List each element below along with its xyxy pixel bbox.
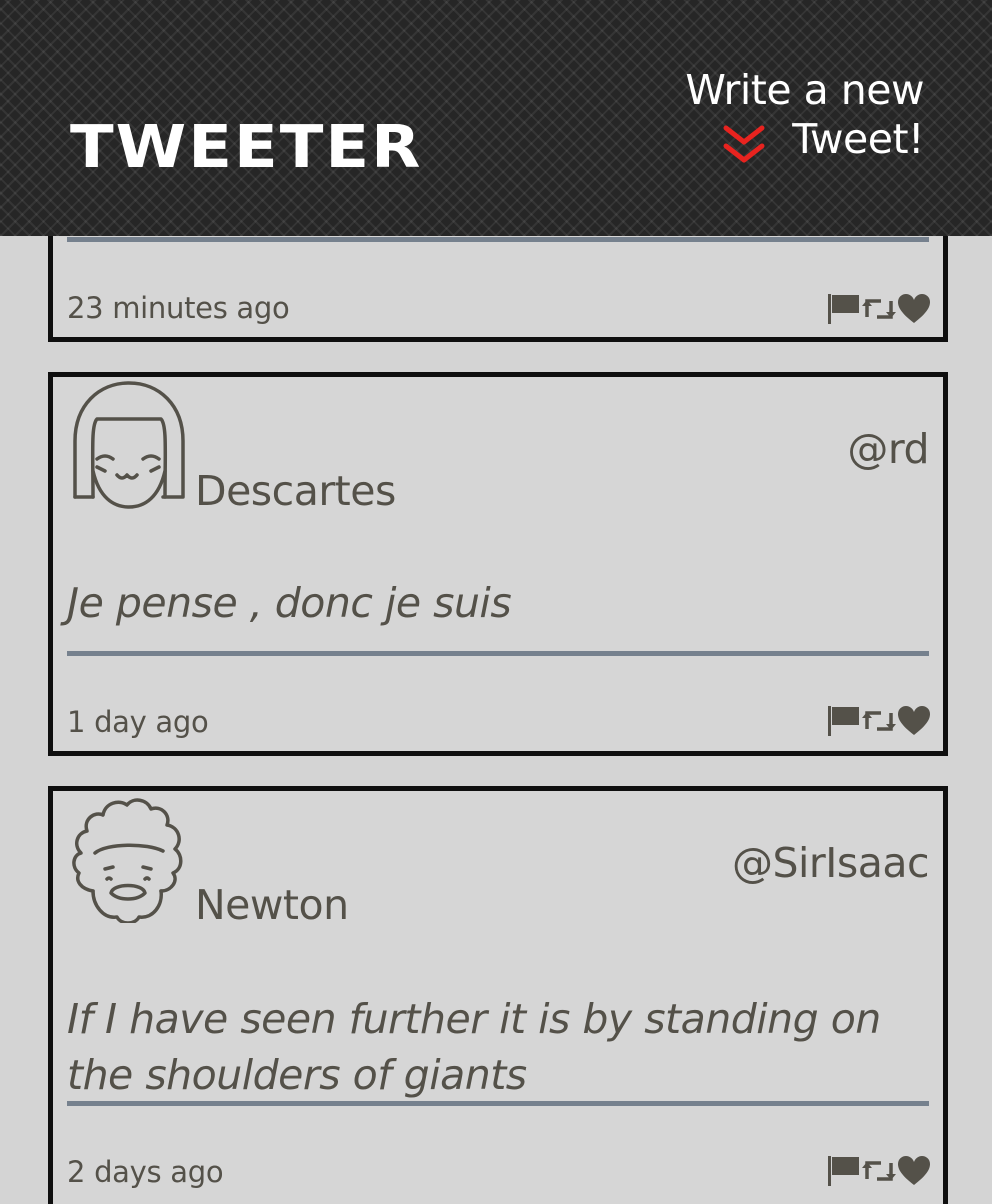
tweet-actions	[827, 705, 931, 737]
heart-icon[interactable]	[897, 293, 931, 325]
tweet-actions	[827, 1155, 931, 1187]
tweet-author-name[interactable]: Newton	[195, 881, 349, 929]
girl-avatar-icon	[69, 379, 187, 509]
flag-icon[interactable]	[827, 705, 861, 737]
heart-icon[interactable]	[897, 705, 931, 737]
tweet-text: Je pense , donc je suis	[67, 579, 512, 627]
tweet-timestamp: 23 minutes ago	[67, 291, 290, 325]
double-chevron-down-icon[interactable]	[722, 124, 766, 168]
tweet-card: @rd Descartes Je pense , donc je suis 1 …	[48, 372, 948, 756]
tweet-divider	[67, 237, 929, 242]
tweeter-app: 23 minutes ago @rd Descartes Je pense , …	[0, 0, 992, 1204]
tweet-divider	[67, 651, 929, 656]
retweet-icon[interactable]	[861, 705, 897, 737]
tweet-divider	[67, 1101, 929, 1106]
retweet-icon[interactable]	[861, 293, 897, 325]
tweet-timestamp: 1 day ago	[67, 705, 209, 739]
tweet-timestamp: 2 days ago	[67, 1155, 224, 1189]
tweet-card: @SirIsaac Newton If I have seen further …	[48, 786, 948, 1204]
tweet-text: If I have seen further it is by standing…	[67, 995, 881, 1099]
tweet-handle[interactable]: @SirIsaac	[732, 839, 930, 887]
heart-icon[interactable]	[897, 1155, 931, 1187]
tweet-actions	[827, 293, 931, 325]
top-nav: TWEETER Write a new Tweet!	[0, 0, 992, 236]
tweet-author-name[interactable]: Descartes	[195, 467, 396, 515]
flag-icon[interactable]	[827, 1155, 861, 1187]
brand-logo[interactable]: TWEETER	[70, 118, 422, 177]
flag-icon[interactable]	[827, 293, 861, 325]
curly-hair-avatar-icon	[67, 793, 189, 925]
tweet-handle[interactable]: @rd	[847, 425, 929, 473]
retweet-icon[interactable]	[861, 1155, 897, 1187]
